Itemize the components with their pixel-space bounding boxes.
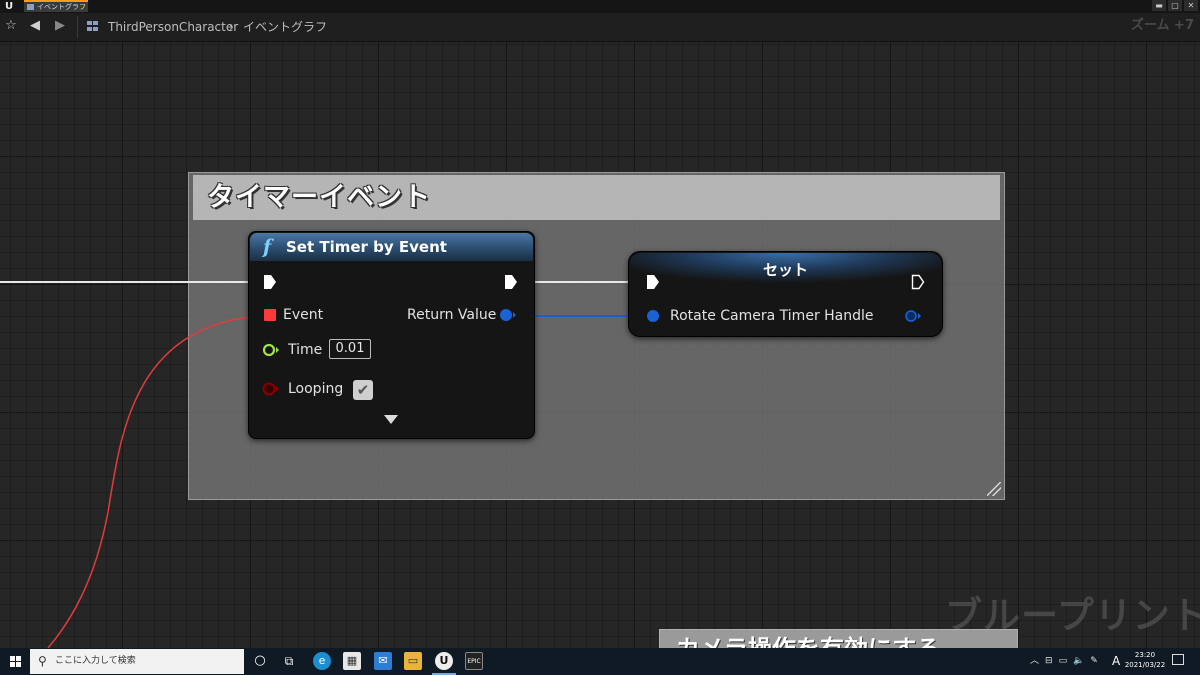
function-icon: f (263, 236, 272, 258)
taskbar-clock[interactable]: 23:20 2021/03/22 (1124, 650, 1166, 670)
set-timer-by-event-node[interactable]: f Set Timer by Event Event Return Value … (248, 231, 535, 439)
struct-in-pin-icon[interactable] (645, 309, 663, 323)
pen-icon[interactable]: ✎ (1090, 654, 1098, 668)
search-placeholder: ここに入力して検索 (55, 656, 136, 666)
delegate-pin-icon[interactable] (264, 309, 276, 321)
exec-out-pin-icon[interactable] (504, 274, 518, 290)
unreal-engine-icon[interactable]: U (435, 652, 453, 670)
tab-label: イベントグラフ (37, 3, 86, 11)
volume-icon[interactable]: 🔈 (1073, 654, 1084, 668)
clock-time: 23:20 (1134, 651, 1156, 659)
maximize-button[interactable]: ▢ (1168, 0, 1182, 11)
struct-out-pin-icon[interactable] (903, 309, 923, 323)
node-header[interactable]: f Set Timer by Event (250, 233, 533, 261)
event-pin-label: Event (283, 307, 324, 323)
bool-pin-icon[interactable] (262, 382, 282, 396)
tab-event-graph[interactable]: イベントグラフ (24, 0, 88, 12)
search-icon: ⚲ (38, 654, 47, 668)
file-explorer-icon[interactable]: ▭ (404, 652, 422, 670)
mail-icon[interactable]: ✉ (374, 652, 392, 670)
breadcrumb-blueprint[interactable]: ThirdPersonCharacter (108, 19, 238, 35)
float-pin-icon[interactable] (262, 343, 282, 357)
windows-taskbar: ⚲ ここに入力して検索 ○ ⧉ e ▦ ✉ ▭ U EPIC ︿ ⊟ ▭ 🔈 ✎… (0, 648, 1200, 675)
comment-box-camera[interactable]: カメラ操作を有効にする (659, 629, 1018, 648)
title-tab-strip: U イベントグラフ ▬ ▢ ✕ (0, 0, 1200, 13)
graph-toolbar: ☆ ◀ ▶ ThirdPersonCharacter › イベントグラフ ズーム… (0, 13, 1200, 42)
looping-pin-label: Looping (288, 381, 344, 397)
node-title: Set Timer by Event (286, 238, 447, 256)
breadcrumb-separator: › (229, 20, 234, 34)
graph-canvas[interactable]: タイマーイベント f Set Timer by Event Event Retu… (0, 42, 1200, 648)
unreal-logo-icon: U (4, 1, 14, 12)
zoom-level-label: ズーム +7 (1130, 18, 1194, 33)
start-button[interactable] (0, 648, 30, 675)
notification-icon[interactable] (1172, 654, 1184, 665)
ime-indicator[interactable]: A (1112, 653, 1120, 669)
blueprint-graph-icon (27, 4, 34, 10)
exec-out-pin-icon[interactable] (911, 274, 925, 290)
breadcrumb-graph[interactable]: イベントグラフ (243, 19, 327, 35)
time-pin-label: Time (288, 342, 323, 358)
blueprint-icon (87, 21, 99, 32)
network-icon[interactable]: ▭ (1059, 654, 1068, 668)
epic-games-icon[interactable]: EPIC (465, 652, 483, 670)
return-value-pin-label: Return Value (407, 307, 497, 323)
window-controls: ▬ ▢ ✕ (1152, 0, 1198, 12)
device-icon[interactable]: ⊟ (1045, 654, 1053, 668)
edge-icon[interactable]: e (313, 652, 331, 670)
node-title: セット (762, 261, 808, 279)
favorite-star-icon[interactable]: ☆ (3, 18, 19, 34)
toolbar-divider (77, 16, 78, 38)
back-arrow-icon[interactable]: ◀ (27, 18, 43, 34)
struct-out-pin-icon[interactable] (499, 308, 517, 322)
set-variable-node[interactable]: セット Rotate Camera Timer Handle (628, 251, 943, 337)
taskbar-search-box[interactable]: ⚲ ここに入力して検索 (30, 649, 244, 674)
wire-layer (0, 281, 652, 648)
looping-checkbox[interactable]: ✔ (353, 380, 373, 400)
time-value-input[interactable]: 0.01 (329, 339, 371, 359)
forward-arrow-icon[interactable]: ▶ (52, 18, 68, 34)
exec-in-pin-icon[interactable] (263, 274, 277, 290)
task-view-icon[interactable]: ⧉ (280, 652, 298, 670)
expand-advanced-arrow-icon[interactable] (384, 415, 398, 424)
exec-in-pin-icon[interactable] (646, 274, 660, 290)
close-button[interactable]: ✕ (1184, 0, 1198, 11)
node-header[interactable]: セット (630, 253, 941, 283)
delegate-wire (47, 315, 263, 648)
comment-title: カメラ操作を有効にする (676, 634, 940, 648)
variable-pin-label: Rotate Camera Timer Handle (670, 308, 874, 324)
system-tray: ︿ ⊟ ▭ 🔈 ✎ (1030, 654, 1098, 668)
cortana-icon[interactable]: ○ (251, 652, 269, 670)
chevron-up-icon[interactable]: ︿ (1030, 654, 1039, 668)
minimize-button[interactable]: ▬ (1152, 0, 1166, 11)
clock-date: 2021/03/22 (1124, 661, 1166, 669)
store-icon[interactable]: ▦ (343, 652, 361, 670)
